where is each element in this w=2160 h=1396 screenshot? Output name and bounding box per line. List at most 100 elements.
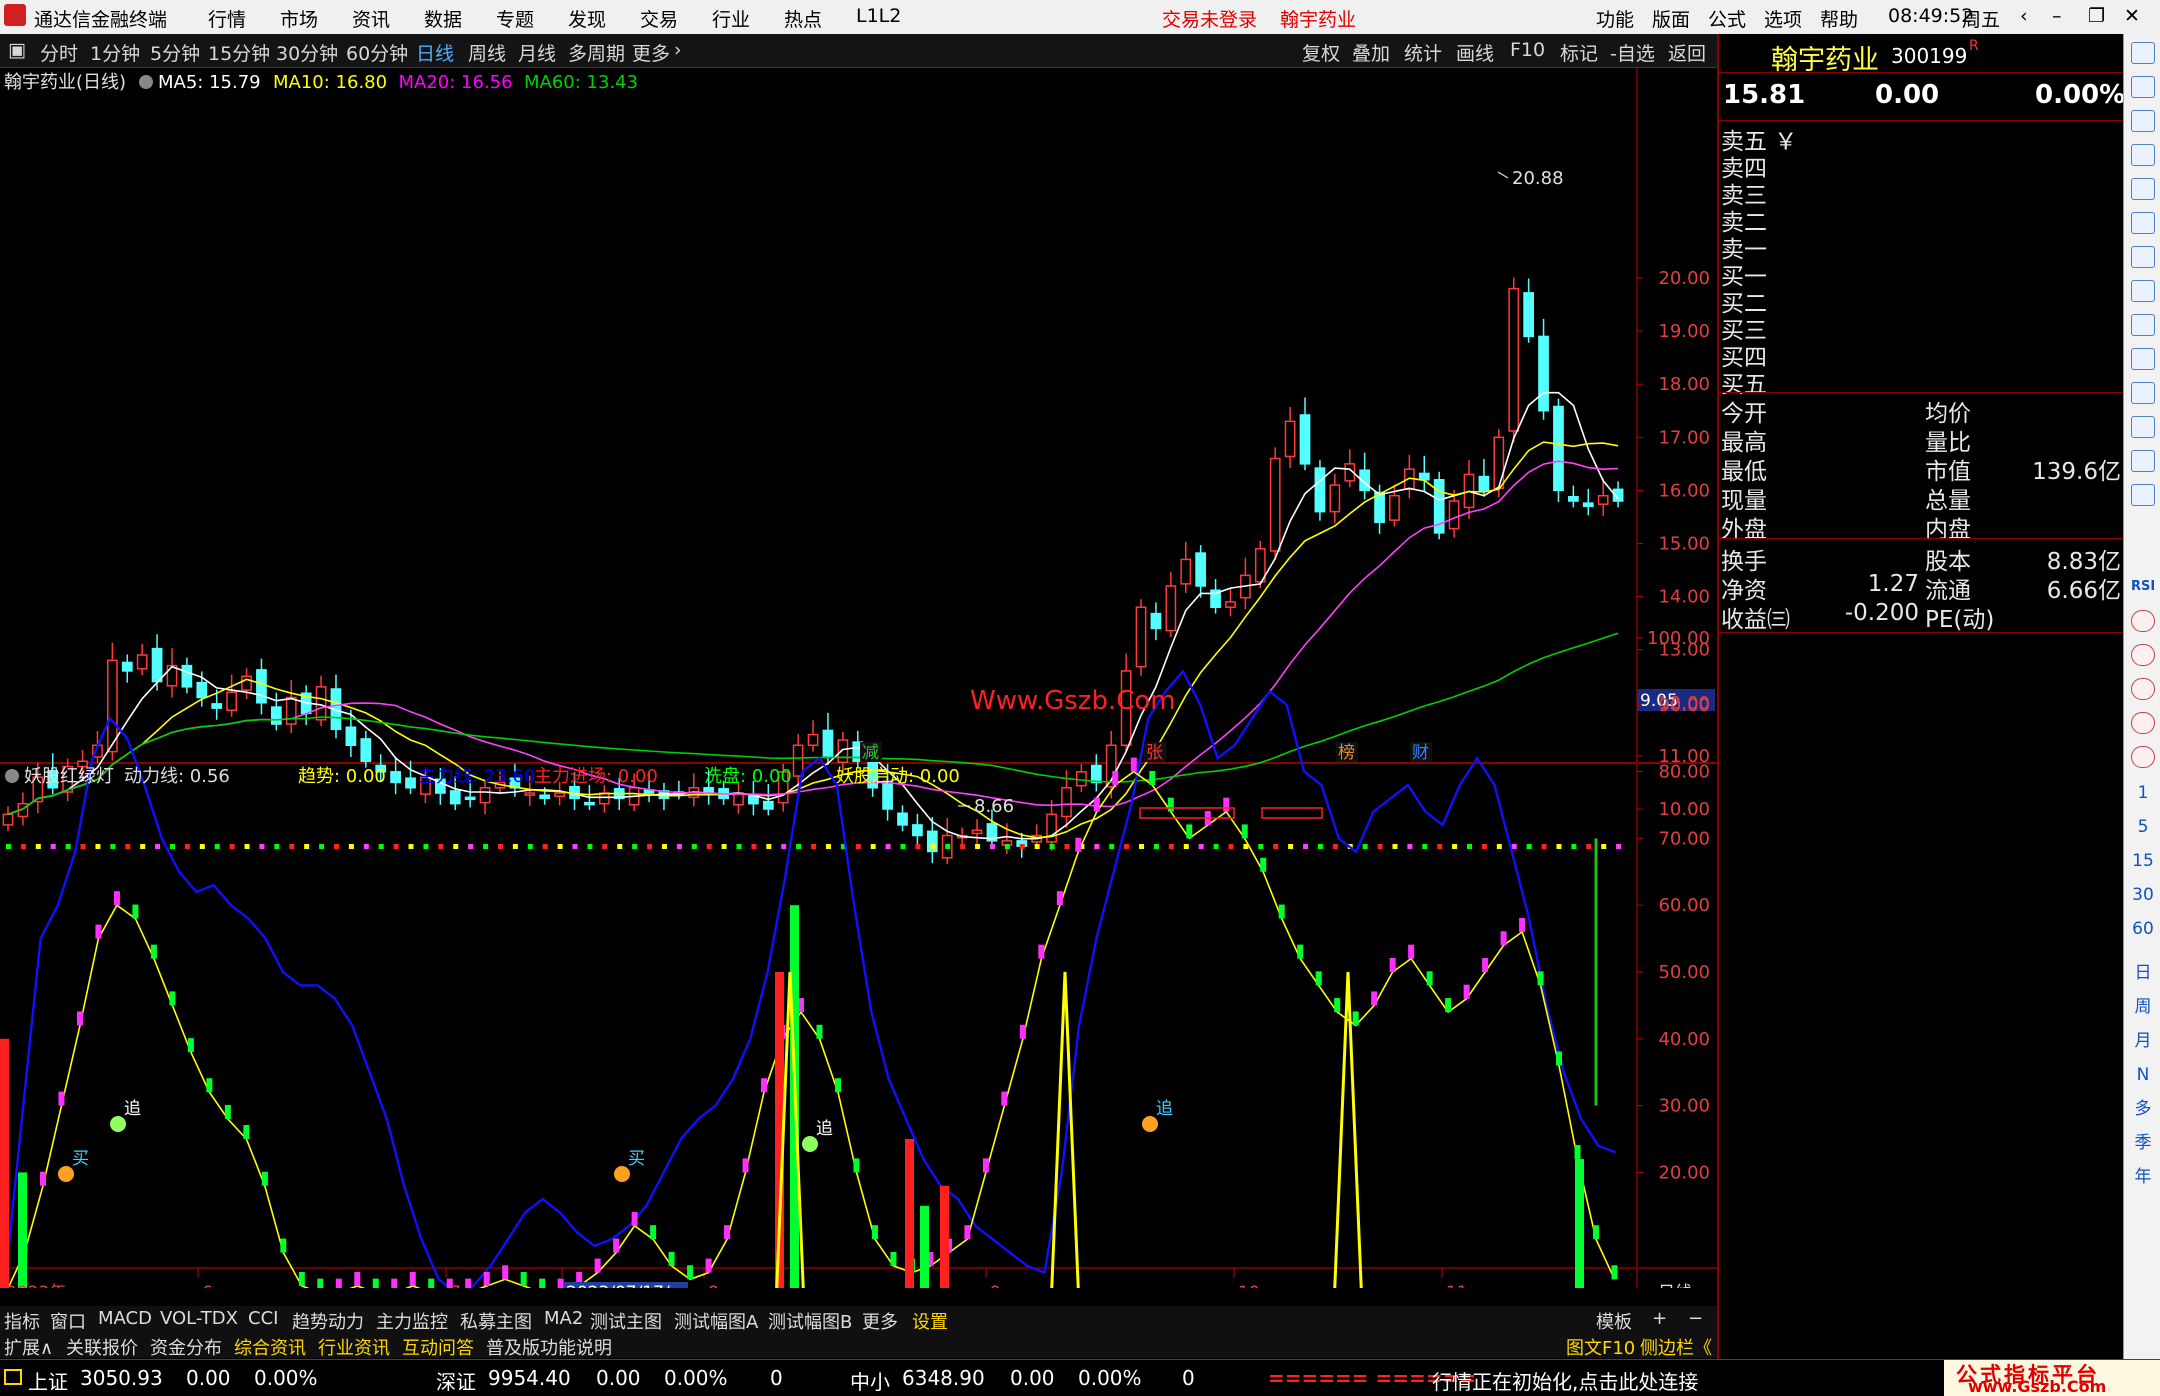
period-shortcut[interactable]: 周 — [2131, 996, 2155, 1018]
swap-icon[interactable] — [2131, 746, 2155, 768]
period-tab[interactable]: 5分钟 — [150, 39, 200, 66]
period-tab-active[interactable]: 日线 — [416, 39, 454, 66]
connection-message[interactable]: 行情正在初始化,点击此处连接 — [1432, 1366, 1698, 1395]
clock-icon[interactable] — [2131, 610, 2155, 632]
index-icon[interactable] — [4, 1369, 22, 1385]
menu-item[interactable]: L1L2 — [856, 5, 901, 27]
sh-name[interactable]: 上证 — [28, 1366, 68, 1395]
f5-icon[interactable] — [2131, 416, 2155, 438]
period-tab[interactable]: 多周期 — [568, 39, 625, 66]
period-tab[interactable]: 月线 — [518, 39, 556, 66]
move-icon[interactable] — [2131, 644, 2155, 666]
zx-name[interactable]: 中小 — [850, 1366, 890, 1395]
period-tab[interactable]: 周线 — [468, 39, 506, 66]
period-tab[interactable]: 分时 — [40, 39, 78, 66]
period-shortcut[interactable]: 多 — [2131, 1098, 2155, 1120]
tool-button[interactable]: 复权 — [1302, 39, 1340, 66]
back-icon[interactable]: ‹ — [2020, 5, 2028, 27]
grid-icon[interactable] — [2131, 144, 2155, 166]
table-icon[interactable] — [2131, 314, 2155, 336]
fund-icon[interactable] — [2131, 382, 2155, 404]
tab-trend[interactable]: 趋势动力 — [292, 1308, 364, 1334]
period-shortcut[interactable]: 季 — [2131, 1132, 2155, 1154]
close-icon[interactable]: ✕ — [2124, 5, 2140, 27]
tool-button[interactable]: 返回 — [1668, 39, 1706, 66]
rsi-button[interactable]: RSI — [2131, 576, 2155, 598]
scroll-up-icon[interactable] — [2131, 42, 2155, 64]
period-shortcut[interactable]: N — [2131, 1064, 2155, 1086]
tool-button[interactable]: F10 — [1510, 39, 1545, 61]
sidebar-button[interactable]: 侧边栏《 — [1640, 1334, 1712, 1360]
tab-cci[interactable]: CCI — [248, 1308, 278, 1329]
period-shortcut[interactable]: 15 — [2131, 850, 2155, 872]
menu-item[interactable]: 行情 — [208, 5, 246, 32]
tab-indicator[interactable]: 指标 — [4, 1308, 40, 1334]
tool-button[interactable]: 画线 — [1456, 39, 1494, 66]
line-chart-icon[interactable] — [2131, 178, 2155, 200]
period-shortcut[interactable]: 月 — [2131, 1030, 2155, 1052]
tab-qa[interactable]: 互动问答 — [402, 1334, 474, 1360]
pencil-icon[interactable] — [2131, 678, 2155, 700]
tab-window[interactable]: 窗口 — [50, 1308, 86, 1334]
tab-test-main[interactable]: 测试主图 — [590, 1308, 662, 1334]
tab-expand[interactable]: 扩展∧ — [4, 1334, 53, 1360]
tab-related[interactable]: 关联报价 — [66, 1334, 138, 1360]
f5b-icon[interactable] — [2131, 712, 2155, 734]
menu-item[interactable]: 专题 — [496, 5, 534, 32]
wave-icon[interactable] — [2131, 484, 2155, 506]
list-icon[interactable] — [2131, 110, 2155, 132]
menu-item[interactable]: 功能 — [1596, 5, 1634, 32]
report-icon[interactable] — [2131, 348, 2155, 370]
period-shortcut[interactable]: 日 — [2131, 962, 2155, 984]
period-tab[interactable]: 60分钟 — [346, 39, 408, 66]
tool-button[interactable]: 标记 — [1560, 39, 1598, 66]
menu-item[interactable]: 热点 — [784, 5, 822, 32]
zoom-in-button[interactable]: + — [1652, 1308, 1667, 1329]
sz-name[interactable]: 深证 — [436, 1366, 476, 1395]
zoom-out-button[interactable]: − — [1688, 1308, 1703, 1329]
circle-icon[interactable] — [2131, 450, 2155, 472]
tab-settings[interactable]: 设置 — [912, 1308, 948, 1334]
template-button[interactable]: 模板 — [1596, 1308, 1632, 1334]
period-shortcut[interactable]: 年 — [2131, 1166, 2155, 1188]
period-tab[interactable]: 1分钟 — [90, 39, 140, 66]
minimize-icon[interactable]: – — [2052, 5, 2062, 27]
period-tab[interactable]: 30分钟 — [276, 39, 338, 66]
menu-item[interactable]: 版面 — [1652, 5, 1690, 32]
period-shortcut[interactable]: 5 — [2131, 816, 2155, 838]
collapse-icon[interactable] — [139, 75, 153, 89]
login-status[interactable]: 交易未登录 — [1162, 5, 1257, 32]
menu-item[interactable]: 行业 — [712, 5, 750, 32]
tab-private[interactable]: 私募主图 — [460, 1308, 532, 1334]
period-more[interactable]: 更多 — [632, 39, 670, 66]
kline-chart[interactable]: 20.0019.0018.0017.0016.0015.0014.0013.00… — [0, 68, 1717, 1288]
tool-button[interactable]: 统计 — [1404, 39, 1442, 66]
home-icon[interactable] — [2131, 76, 2155, 98]
tab-test-a[interactable]: 测试幅图A — [674, 1308, 758, 1334]
menu-item[interactable]: 发现 — [568, 5, 606, 32]
tab-more[interactable]: 更多 — [862, 1308, 898, 1334]
tab-funds[interactable]: 资金分布 — [150, 1334, 222, 1360]
menu-item[interactable]: 市场 — [280, 5, 318, 32]
tool-button[interactable]: -自选 — [1610, 39, 1655, 66]
menu-item[interactable]: 公式 — [1708, 5, 1746, 32]
tab-test-b[interactable]: 测试幅图B — [768, 1308, 852, 1334]
tab-help[interactable]: 普及版功能说明 — [486, 1334, 612, 1360]
menu-item[interactable]: 交易 — [640, 5, 678, 32]
news-icon[interactable] — [2131, 246, 2155, 268]
period-shortcut[interactable]: 60 — [2131, 918, 2155, 940]
restore-icon[interactable]: ❐ — [2088, 5, 2105, 27]
chevron-right-icon[interactable]: › — [674, 39, 682, 61]
menu-item[interactable]: 帮助 — [1820, 5, 1858, 32]
tab-news[interactable]: 综合资讯 — [234, 1334, 306, 1360]
menu-item[interactable]: 选项 — [1764, 5, 1802, 32]
candle-icon[interactable] — [2131, 212, 2155, 234]
menu-item[interactable]: 数据 — [424, 5, 462, 32]
tab-ma2[interactable]: MA2 — [544, 1308, 583, 1329]
period-shortcut[interactable]: 1 — [2131, 782, 2155, 804]
tool-button[interactable]: 叠加 — [1352, 39, 1390, 66]
collapse-icon[interactable] — [5, 769, 19, 783]
period-tab[interactable]: 15分钟 — [208, 39, 270, 66]
period-shortcut[interactable]: 30 — [2131, 884, 2155, 906]
tab-industry[interactable]: 行业资讯 — [318, 1334, 390, 1360]
